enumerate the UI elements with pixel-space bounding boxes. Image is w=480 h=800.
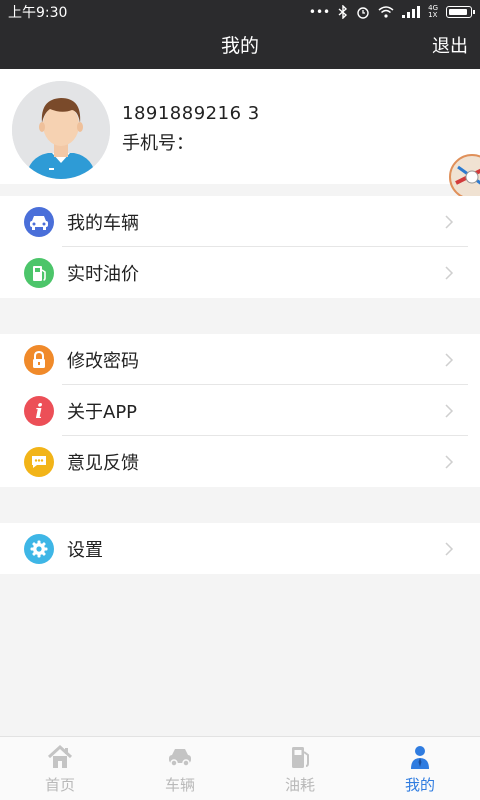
menu-item-fuel-price[interactable]: 实时油价 [0,247,480,298]
chevron-right-icon [445,352,454,367]
menu-label: 实时油价 [67,263,139,285]
tab-label: 我的 [404,776,435,794]
feedback-icon [24,446,54,477]
status-bar: 上午9:30 ••• 4G 1X [0,0,480,24]
chevron-right-icon [445,214,454,229]
menu-item-about-app[interactable]: i 关于APP [0,385,480,436]
chevron-right-icon [445,541,454,556]
fuel-pump-icon [24,257,54,288]
menu-label: 关于APP [67,401,138,423]
menu-item-settings[interactable]: 设置 [0,523,480,574]
decorative-badge-icon [449,154,480,200]
chevron-right-icon [445,454,454,469]
wifi-icon [378,6,394,18]
menu-item-my-vehicles[interactable]: 我的车辆 [0,196,480,247]
status-icons: ••• 4G 1X [308,4,475,19]
menu-item-change-password[interactable]: 修改密码 [0,334,480,385]
signal-icon [402,6,421,18]
tab-label: 油耗 [284,776,315,794]
menu-group-settings: 设置 [0,523,480,574]
menu-item-feedback[interactable]: 意见反馈 [0,436,480,487]
home-icon [47,744,73,768]
avatar[interactable] [12,81,110,179]
phone-number: 1891889216 3 [122,103,260,124]
logout-button[interactable]: 退出 [432,24,468,69]
alarm-icon [357,7,369,19]
info-icon: i [24,395,54,426]
lock-icon [24,344,54,375]
battery-icon [446,6,475,18]
tab-vehicles[interactable]: 车辆 [120,737,240,800]
menu-group-account: 修改密码 i 关于APP 意见反馈 [0,334,480,487]
network-type: 4G 1X [428,4,438,19]
chevron-right-icon [445,265,454,280]
car-tab-icon [169,749,191,767]
menu-label: 我的车辆 [67,212,139,234]
car-icon [24,206,54,237]
menu-group-vehicle: 我的车辆 实时油价 [0,196,480,298]
more-dots-icon: ••• [308,5,331,19]
menu-label: 设置 [67,539,103,561]
user-avatar-icon [12,81,110,179]
chevron-right-icon [445,403,454,418]
phone-label: 手机号： [122,133,194,154]
menu-label: 意见反馈 [67,452,139,474]
bluetooth-icon [338,5,348,19]
gear-icon [24,533,54,564]
menu-label: 修改密码 [67,350,139,372]
tab-home[interactable]: 首页 [0,737,120,800]
tab-label: 首页 [44,776,75,794]
tab-label: 车辆 [164,776,195,794]
profile-card: 1891889216 3 手机号： [0,69,480,200]
bottom-tab-bar: 首页 车辆 油耗 我的 [0,736,480,800]
tab-fuel[interactable]: 油耗 [240,737,360,800]
status-time: 上午9:30 [8,5,68,21]
fuel-tab-icon [292,747,309,768]
page-title: 我的 [220,35,259,57]
tab-mine[interactable]: 我的 [360,737,480,800]
nav-bar: 我的 退出 [0,24,480,69]
person-icon [411,746,429,769]
